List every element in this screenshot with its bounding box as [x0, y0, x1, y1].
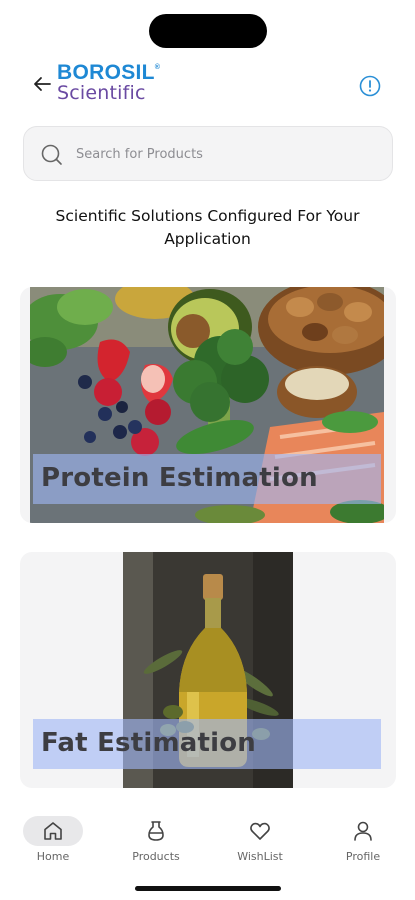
home-indicator — [135, 886, 281, 891]
page-tagline: Scientific Solutions Configured For Your… — [55, 207, 360, 248]
category-label-band: Protein Estimation — [33, 454, 381, 504]
category-title: Protein Estimation — [41, 463, 318, 493]
info-button[interactable] — [358, 74, 382, 98]
search-input[interactable] — [76, 137, 376, 171]
tab-products[interactable]: Products — [116, 816, 196, 876]
back-button[interactable] — [30, 72, 54, 96]
tab-label: Profile — [345, 850, 381, 863]
borosil-logo: BOROSIL® Scientific — [57, 62, 160, 103]
category-label-band: Fat Estimation — [33, 719, 381, 769]
tab-home[interactable]: Home — [13, 816, 93, 876]
category-title: Fat Estimation — [41, 728, 256, 758]
device-notch — [149, 14, 267, 48]
search-bar[interactable] — [23, 126, 393, 181]
info-icon — [359, 75, 381, 97]
bottom-tab-bar: Home Products WishList Profile — [0, 806, 415, 876]
user-icon — [354, 821, 372, 841]
tab-label: WishList — [237, 850, 283, 863]
logo-brand-text: BOROSIL — [57, 61, 155, 84]
tab-label: Home — [36, 850, 70, 863]
logo-registered-mark: ® — [154, 64, 161, 71]
logo-subtitle: Scientific — [57, 82, 146, 104]
flask-icon — [148, 821, 164, 841]
arrow-left-icon — [34, 77, 51, 91]
tab-label: Products — [132, 850, 180, 863]
app-header: BOROSIL® Scientific — [0, 60, 415, 110]
tab-wishlist[interactable]: WishList — [220, 816, 300, 876]
heart-icon — [250, 822, 270, 840]
home-icon — [44, 822, 62, 840]
search-icon — [41, 144, 62, 165]
category-card-fat-estimation[interactable]: Fat Estimation — [20, 552, 396, 788]
category-card-protein-estimation[interactable]: Protein Estimation — [20, 287, 396, 523]
tab-profile[interactable]: Profile — [323, 816, 403, 876]
